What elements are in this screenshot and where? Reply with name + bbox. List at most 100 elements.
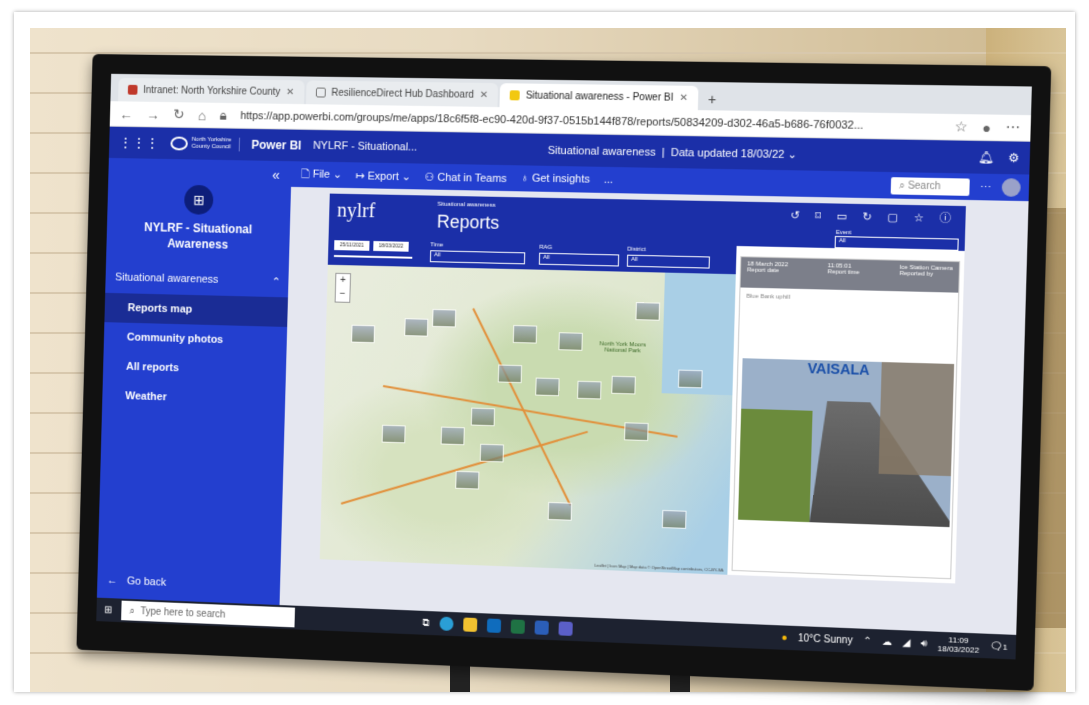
- back-icon[interactable]: ←: [119, 106, 133, 122]
- lightbulb-icon: ♁: [520, 172, 530, 185]
- teams-taskbar-icon[interactable]: [557, 621, 573, 636]
- forward-icon[interactable]: →: [146, 106, 160, 122]
- map-photo-marker[interactable]: [512, 324, 538, 344]
- taskbar-search-placeholder: Type here to search: [140, 605, 226, 621]
- map-photo-marker[interactable]: [577, 380, 602, 400]
- bell-icon[interactable]: 🔔︎: [977, 150, 993, 165]
- app-launcher-icon[interactable]: ⋮⋮⋮: [119, 134, 160, 151]
- file-explorer-icon[interactable]: [462, 617, 477, 632]
- event-dropdown[interactable]: All: [834, 235, 959, 251]
- nav-item-label: Reports map: [127, 302, 193, 316]
- nav-section[interactable]: Situational awareness ⌃: [115, 272, 281, 289]
- nav-item-label: Weather: [125, 390, 167, 404]
- image-grass: [738, 408, 813, 523]
- taskbar-search-input[interactable]: ⌕ Type here to search: [121, 600, 296, 628]
- nylrf-logo: nylrf: [336, 199, 376, 223]
- map-zoom-control[interactable]: + −: [334, 272, 352, 303]
- reports-map[interactable]: + − North York Moors National Park Leafl…: [319, 264, 736, 575]
- more-icon[interactable]: ⋯: [980, 180, 992, 193]
- map-photo-marker[interactable]: [470, 407, 496, 427]
- zoom-out-button[interactable]: −: [336, 288, 350, 302]
- map-photo-marker[interactable]: [432, 308, 457, 328]
- search-input[interactable]: ⌕ Search: [890, 176, 970, 196]
- get-insights-button[interactable]: ♁ Get insights: [521, 172, 591, 185]
- map-photo-marker[interactable]: [479, 443, 504, 463]
- notification-count: 1: [1002, 642, 1008, 652]
- clock-date: 18/03/2022: [937, 643, 980, 655]
- map-photo-marker[interactable]: [381, 424, 406, 444]
- rag-dropdown[interactable]: All: [538, 252, 620, 267]
- avatar[interactable]: [1001, 178, 1021, 197]
- settings-icon[interactable]: ⚙: [1008, 151, 1020, 166]
- weather-text[interactable]: 10°C Sunny: [798, 633, 853, 646]
- windows-start-icon[interactable]: ⊞: [104, 604, 112, 615]
- map-photo-marker[interactable]: [611, 375, 636, 395]
- export-menu[interactable]: ↦ Export ⌄: [355, 169, 411, 183]
- outlook-icon[interactable]: [486, 618, 501, 633]
- close-icon[interactable]: ✕: [480, 89, 489, 100]
- new-tab-button[interactable]: +: [700, 91, 725, 111]
- close-icon[interactable]: ✕: [679, 92, 688, 103]
- time-dropdown[interactable]: All: [429, 250, 526, 265]
- visual-header-icons[interactable]: ↺ ⌑ ▭ ↻ ▢ ☆ ⓘ: [790, 207, 957, 227]
- nav-item-reports-map[interactable]: Reports map: [104, 292, 288, 327]
- profile-icon[interactable]: ●: [982, 119, 991, 135]
- org-logo-line2: County Council: [191, 143, 231, 151]
- wifi-icon[interactable]: ◢: [902, 637, 910, 649]
- chevron-up-icon: ⌃: [271, 276, 281, 289]
- date-to-field[interactable]: 18/03/2022: [373, 241, 409, 252]
- volume-icon[interactable]: 🔊︎: [921, 638, 928, 649]
- home-icon[interactable]: ⌂: [198, 107, 207, 123]
- collapse-icon[interactable]: «: [272, 167, 280, 183]
- refresh-icon[interactable]: ↻: [173, 106, 185, 123]
- camera-image[interactable]: VAISALA: [738, 358, 955, 528]
- browser-tab-intranet[interactable]: Intranet: North Yorkshire County ✕: [118, 77, 305, 105]
- map-photo-marker[interactable]: [661, 509, 687, 529]
- nav-item-weather[interactable]: Weather: [102, 381, 286, 416]
- map-photo-marker[interactable]: [455, 470, 480, 490]
- menu-icon[interactable]: ⋯: [1005, 119, 1020, 137]
- date-range-slider[interactable]: [333, 254, 413, 259]
- map-photo-marker[interactable]: [547, 501, 573, 521]
- report-date-label: Report date: [747, 267, 780, 275]
- map-photo-marker[interactable]: [624, 422, 649, 442]
- browser-tab-powerbi[interactable]: Situational awareness - Power BI ✕: [499, 83, 699, 111]
- powerbi-tab-icon: [509, 90, 520, 101]
- date-from-field[interactable]: 25/11/2021: [334, 240, 370, 251]
- word-icon[interactable]: [534, 620, 549, 635]
- file-menu[interactable]: 🗋︎ File ⌄: [301, 165, 342, 185]
- image-trees: [878, 362, 955, 477]
- browser-tab-resiliencedirect[interactable]: ResilienceDirect Hub Dashboard ✕: [305, 80, 499, 108]
- onedrive-icon[interactable]: ☁: [882, 636, 893, 648]
- map-photo-marker[interactable]: [440, 426, 465, 446]
- district-dropdown[interactable]: All: [626, 254, 710, 269]
- map-photo-marker[interactable]: [677, 369, 703, 389]
- chat-in-teams-button[interactable]: ⚇ Chat in Teams: [424, 170, 506, 184]
- map-photo-marker[interactable]: [404, 318, 429, 337]
- arrow-left-icon: ←: [106, 574, 118, 587]
- chevron-up-icon[interactable]: ⌃: [863, 635, 872, 647]
- excel-icon[interactable]: [510, 619, 525, 634]
- workspace-name[interactable]: NYLRF - Situational...: [313, 140, 417, 154]
- tab-label: ResilienceDirect Hub Dashboard: [331, 87, 474, 101]
- tab-label: Intranet: North Yorkshire County: [143, 84, 281, 98]
- map-photo-marker[interactable]: [635, 302, 661, 321]
- report-header-title[interactable]: Situational awareness | Data updated 18/…: [548, 143, 798, 160]
- notification-icon[interactable]: 🗨︎1: [989, 640, 1007, 652]
- edge-icon[interactable]: [438, 616, 454, 631]
- more-options-button[interactable]: ...: [604, 174, 614, 186]
- report-canvas: nylrf Situational awareness Reports ↺ ⌑ …: [279, 186, 1029, 635]
- header-actions: 🔔︎ ⚙: [977, 150, 1019, 165]
- url-field[interactable]: https://app.powerbi.com/groups/me/apps/1…: [240, 110, 940, 133]
- go-back-button[interactable]: ← Go back: [107, 575, 167, 589]
- clock[interactable]: 11:09 18/03/2022: [937, 635, 979, 655]
- org-logo-mark: [170, 136, 188, 151]
- zoom-in-button[interactable]: +: [336, 274, 350, 288]
- map-photo-marker[interactable]: [351, 324, 376, 344]
- map-photo-marker[interactable]: [535, 377, 560, 397]
- favorites-icon[interactable]: ☆: [954, 118, 968, 136]
- task-view-icon[interactable]: ⧉: [422, 617, 429, 628]
- map-photo-marker[interactable]: [558, 332, 583, 351]
- close-icon[interactable]: ✕: [286, 87, 294, 98]
- map-photo-marker[interactable]: [497, 364, 523, 384]
